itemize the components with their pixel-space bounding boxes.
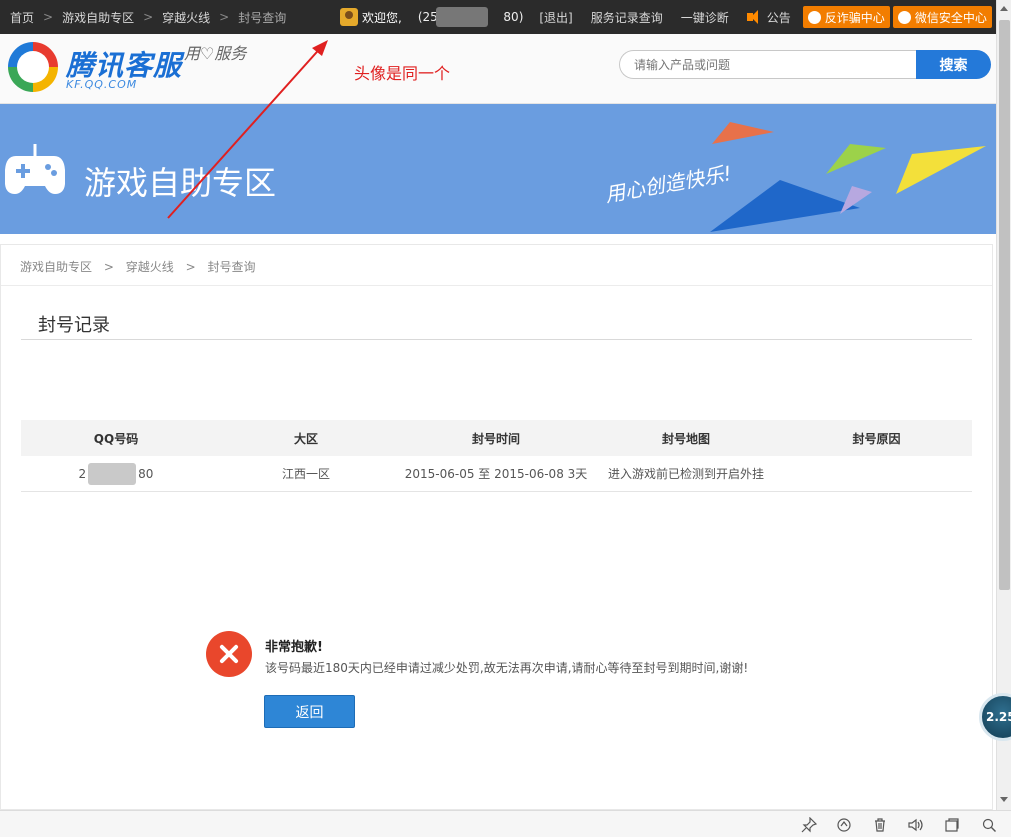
wechat-icon <box>897 10 911 24</box>
diagnose-link[interactable]: 一键诊断 <box>681 9 729 26</box>
breadcrumb-separator: > <box>43 10 54 24</box>
scroll-thumb[interactable] <box>999 20 1010 590</box>
welcome-text: 欢迎您, <box>362 10 402 25</box>
window-icon[interactable] <box>944 817 960 833</box>
banner-decoration <box>710 122 986 232</box>
annotation-arrow <box>167 40 328 219</box>
top-breadcrumb-current: 封号查询 <box>238 10 287 25</box>
cell-qq: 2 80 <box>21 462 211 485</box>
qq-suffix: 80) <box>503 10 524 24</box>
anti-fraud-button[interactable]: 反诈骗中心 <box>802 6 890 28</box>
annotation-note: 头像是同一个 <box>354 64 451 83</box>
search-box: 搜索 <box>619 50 991 79</box>
header-qq: QQ号码 <box>93 431 139 446</box>
cell-qq-suffix: 80 <box>138 466 154 481</box>
breadcrumb-separator: > <box>143 10 154 24</box>
error-icon <box>206 631 252 677</box>
refresh-icon[interactable] <box>836 817 852 833</box>
breadcrumb-separator: > <box>103 260 114 274</box>
redaction-mask <box>88 462 136 485</box>
page-banner: 游戏自助专区 用心创造快乐! <box>0 104 996 234</box>
divider <box>21 339 972 340</box>
scroll-down-arrow-icon[interactable] <box>1000 797 1008 802</box>
ban-records-table: QQ号码 大区 封号时间 封号地图 封号原因 2 80 江西一区 2015-06-… <box>21 420 972 492</box>
top-breadcrumb-game-zone[interactable]: 游戏自助专区 <box>62 9 134 26</box>
pin-icon[interactable] <box>801 817 817 833</box>
cell-qq-prefix: 2 <box>78 466 87 481</box>
breadcrumb-game-zone[interactable]: 游戏自助专区 <box>20 260 92 274</box>
wechat-security-label: 微信安全中心 <box>914 10 987 25</box>
zoom-icon[interactable] <box>981 817 997 833</box>
search-input[interactable] <box>619 50 919 79</box>
shield-icon <box>807 10 821 24</box>
logo-subtitle: KF.QQ.COM <box>66 78 138 91</box>
scroll-up-arrow-icon[interactable] <box>1000 6 1008 11</box>
cell-ban-time: 2015-06-05 至 2015-06-08 3天 <box>404 467 588 481</box>
section-title: 封号记录 <box>38 315 110 336</box>
header-ban-reason: 封号原因 <box>852 431 901 446</box>
main-content: 游戏自助专区 > 穿越火线 > 封号查询 封号记录 QQ号码 大区 封号时间 封… <box>0 244 993 810</box>
speaker-icon <box>746 10 763 24</box>
error-title: 非常抱歉! <box>265 640 323 655</box>
browser-status-bar <box>0 810 1011 837</box>
service-records-link[interactable]: 服务记录查询 <box>591 9 663 26</box>
divider <box>1 285 992 286</box>
header-region: 大区 <box>293 431 318 446</box>
header-ban-map: 封号地图 <box>661 431 710 446</box>
user-qq-number: (257 80) <box>418 7 524 27</box>
top-user-area: 欢迎您, (257 80) [退出] 服务记录查询 一键诊断 公告 反诈骗中心 微… <box>340 0 995 34</box>
site-header: 腾讯客服 KF.QQ.COM 用♡服务 头像是同一个 搜索 <box>0 34 996 104</box>
widget-value: 2.25 <box>986 710 1011 724</box>
table-header: QQ号码 大区 封号时间 封号地图 封号原因 <box>21 420 972 456</box>
breadcrumb-separator: > <box>219 10 230 24</box>
top-nav-bar: 首页 > 游戏自助专区 > 穿越火线 > 封号查询 欢迎您, (257 80) [… <box>0 0 996 34</box>
wechat-security-button[interactable]: 微信安全中心 <box>892 6 992 28</box>
breadcrumb-separator: > <box>185 260 196 274</box>
tencent-logo-icon[interactable] <box>8 42 58 92</box>
anti-fraud-label: 反诈骗中心 <box>824 10 885 25</box>
breadcrumb-current: 封号查询 <box>207 260 256 274</box>
notice-link[interactable]: 公告 <box>767 9 791 26</box>
top-breadcrumb-cf[interactable]: 穿越火线 <box>162 9 210 26</box>
gamepad-icon <box>5 144 65 194</box>
vertical-scrollbar[interactable] <box>996 0 1011 810</box>
table-row: 2 80 江西一区 2015-06-05 至 2015-06-08 3天 进入游戏… <box>21 456 972 492</box>
redaction-mask <box>435 7 488 27</box>
top-breadcrumb: 首页 > 游戏自助专区 > 穿越火线 > 封号查询 <box>0 9 286 26</box>
cell-region: 江西一区 <box>281 467 330 481</box>
error-message: 该号码最近180天内已经申请过减少处罚,故无法再次申请,请耐心等待至封号到期时间… <box>265 661 749 675</box>
logout-link[interactable]: [退出] <box>539 9 572 26</box>
cell-ban-map: 进入游戏前已检测到开启外挂 <box>607 467 764 481</box>
back-button[interactable]: 返回 <box>264 695 355 728</box>
top-breadcrumb-home[interactable]: 首页 <box>10 9 34 26</box>
header-ban-time: 封号时间 <box>471 431 520 446</box>
search-button[interactable]: 搜索 <box>916 50 991 79</box>
volume-icon[interactable] <box>907 817 923 833</box>
avatar-icon[interactable] <box>340 8 358 26</box>
page-breadcrumb: 游戏自助专区 > 穿越火线 > 封号查询 <box>20 258 255 275</box>
breadcrumb-cf[interactable]: 穿越火线 <box>126 260 174 274</box>
trash-icon[interactable] <box>872 817 888 833</box>
